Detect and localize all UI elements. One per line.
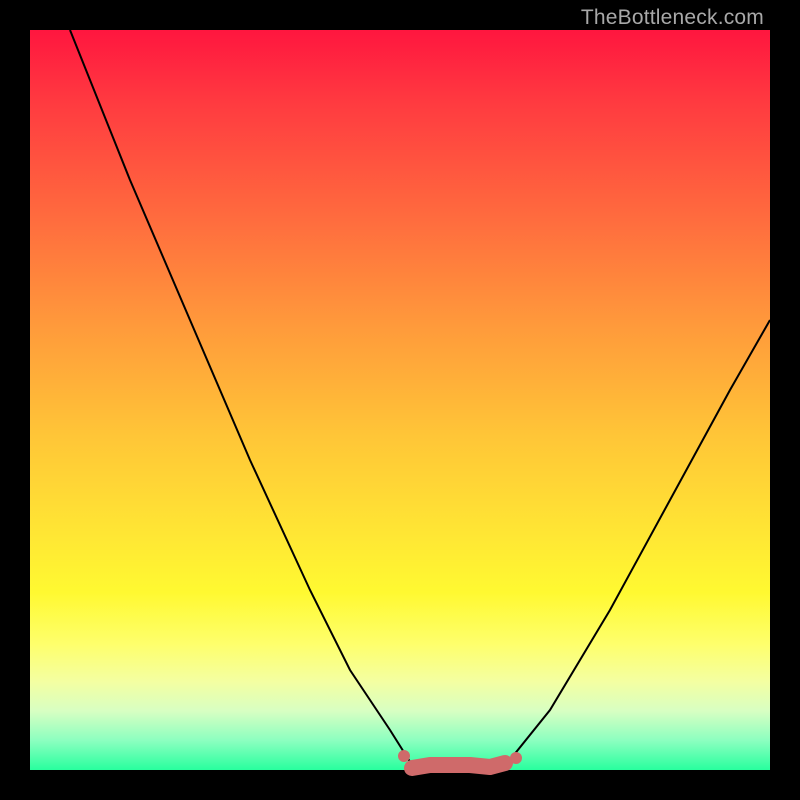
plot-gradient-area xyxy=(30,30,770,770)
chart-container: TheBottleneck.com xyxy=(0,0,800,800)
watermark-text: TheBottleneck.com xyxy=(581,6,764,30)
